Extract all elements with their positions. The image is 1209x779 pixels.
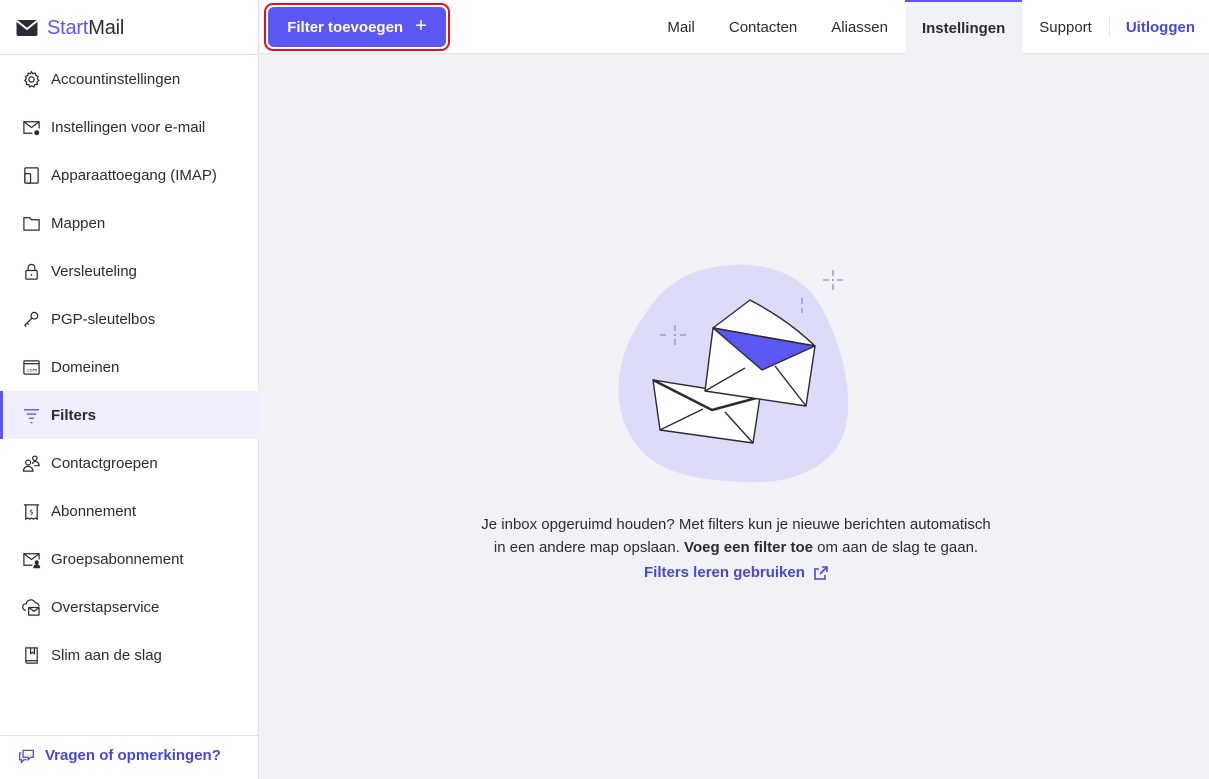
feedback-link[interactable]: Vragen of opmerkingen? (18, 747, 221, 764)
empty-state-bold: Voeg een filter toe (684, 539, 813, 556)
sidebar-item-label: Versleuteling (51, 262, 137, 280)
sidebar-item-slim-aan-de-slag[interactable]: Slim aan de slag (0, 631, 259, 679)
device-icon (22, 166, 41, 185)
plus-icon: + (415, 15, 427, 37)
sidebar-item-label: Domeinen (51, 358, 120, 376)
filters-main: Je inbox opgeruimd houden? Met filters k… (260, 55, 1209, 779)
contact-group-icon (22, 454, 41, 473)
empty-state-line: in een andere map opslaan. Voeg een filt… (436, 536, 1036, 559)
sidebar-item-label: Apparaattoegang (IMAP) (51, 166, 217, 184)
tab-contacten[interactable]: Contacten (712, 0, 814, 54)
learn-filters-label: Filters leren gebruiken (644, 564, 805, 581)
tab-mail[interactable]: Mail (650, 0, 712, 54)
empty-state-fragment: in een andere map opslaan. (493, 539, 685, 556)
add-filter-button[interactable]: Filter toevoegen + (268, 7, 446, 47)
sidebar-item-label: Contactgroepen (51, 454, 158, 472)
empty-state-line: Je inbox opgeruimd houden? Met filters k… (481, 516, 991, 533)
sidebar-item-label: Accountinstellingen (51, 70, 181, 88)
sidebar-item-instellingen-email[interactable]: Instellingen voor e-mail (0, 103, 259, 151)
top-nav: Mail Contacten Aliassen Instellingen Sup… (650, 0, 1209, 54)
book-icon (22, 646, 41, 665)
tab-aliassen[interactable]: Aliassen (814, 0, 905, 54)
learn-filters-link[interactable]: Filters leren gebruiken (644, 564, 829, 581)
mail-settings-icon (22, 118, 41, 137)
gear-icon (22, 69, 41, 89)
sidebar-item-pgp-sleutelbos[interactable]: PGP-sleutelbos (0, 295, 259, 343)
sidebar-item-apparaattoegang[interactable]: Apparaattoegang (IMAP) (0, 151, 259, 199)
sidebar-item-overstapservice[interactable]: Overstapservice (0, 583, 259, 631)
settings-nav: Accountinstellingen Instellingen voor e-… (0, 55, 259, 679)
receipt-icon: $ (22, 502, 41, 521)
sidebar-item-label: Instellingen voor e-mail (51, 118, 206, 136)
add-filter-label: Filter toevoegen (287, 18, 404, 36)
svg-text:.com: .com (26, 368, 38, 373)
tab-instellingen[interactable]: Instellingen (904, 0, 1023, 54)
cloud-mail-icon (22, 598, 41, 617)
logout-link[interactable]: Uitloggen (1110, 0, 1209, 54)
sidebar-item-label: Mappen (51, 214, 106, 232)
sidebar-item-contactgroepen[interactable]: Contactgroepen (0, 439, 259, 487)
external-link-icon (814, 565, 828, 580)
sidebar-item-abonnement[interactable]: $ Abonnement (0, 487, 259, 535)
sidebar-item-mappen[interactable]: Mappen (0, 199, 259, 247)
logo-mail-icon (16, 20, 38, 36)
lock-icon (22, 262, 41, 281)
empty-state-text: Je inbox opgeruimd houden? Met filters k… (436, 513, 1036, 559)
top-header: Filter toevoegen + Mail Contacten Aliass… (260, 0, 1209, 54)
divider (0, 735, 259, 736)
sidebar: StartMail Accountinstellingen Instelling… (0, 0, 259, 779)
key-icon (22, 310, 41, 329)
empty-state-fragment: om aan de slag te gaan. (812, 539, 979, 556)
feedback-label: Vragen of opmerkingen? (45, 747, 221, 764)
chat-icon (19, 749, 34, 764)
sidebar-item-filters[interactable]: Filters (0, 391, 259, 439)
sidebar-item-domeinen[interactable]: .com Domeinen (0, 343, 259, 391)
sidebar-item-groepsabonnement[interactable]: Groepsabonnement (0, 535, 259, 583)
group-subscription-icon (22, 550, 41, 569)
sidebar-item-versleuteling[interactable]: Versleuteling (0, 247, 259, 295)
add-filter-highlight: Filter toevoegen + (264, 3, 450, 51)
envelopes-illustration (618, 264, 849, 483)
sidebar-item-label: PGP-sleutelbos (51, 310, 156, 328)
svg-text:$: $ (29, 508, 33, 516)
startmail-logo[interactable]: StartMail (16, 14, 124, 42)
domain-icon: .com (22, 358, 41, 377)
tab-support[interactable]: Support (1022, 0, 1109, 54)
sidebar-item-label: Filters (51, 406, 97, 424)
filter-icon (22, 406, 41, 425)
logo-text: StartMail (47, 16, 125, 39)
sidebar-item-label: Groepsabonnement (51, 550, 184, 568)
sidebar-item-label: Overstapservice (51, 598, 160, 616)
folder-icon (22, 214, 41, 233)
sidebar-item-accountinstellingen[interactable]: Accountinstellingen (0, 55, 259, 103)
sidebar-item-label: Slim aan de slag (51, 646, 162, 664)
sidebar-item-label: Abonnement (51, 502, 137, 520)
